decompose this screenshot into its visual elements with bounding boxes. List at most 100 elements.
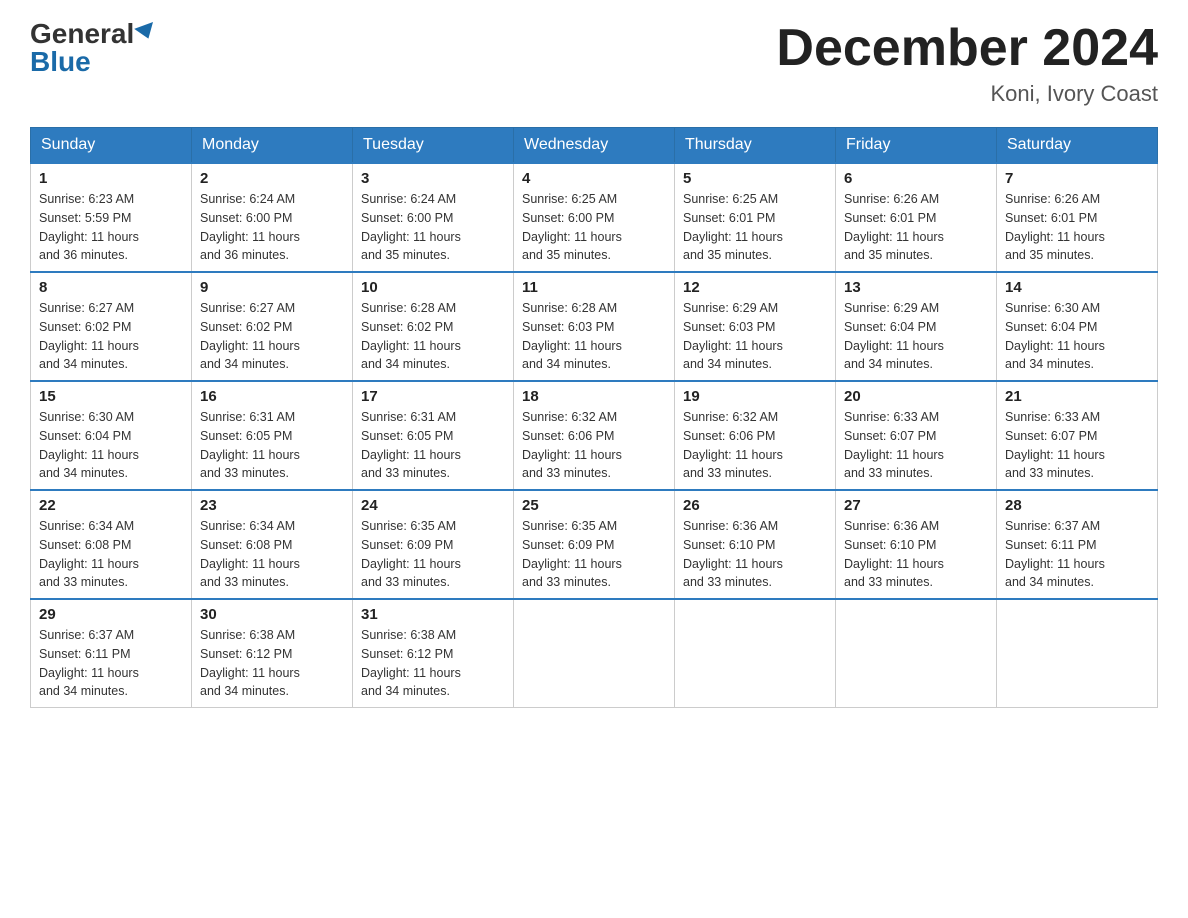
calendar-cell: 14Sunrise: 6:30 AMSunset: 6:04 PMDayligh… <box>997 272 1158 381</box>
calendar-cell: 18 Sunrise: 6:32 AMSunset: 6:06 PMDayligh… <box>514 381 675 490</box>
day-number: 5 <box>683 170 827 187</box>
day-number: 15 <box>39 388 183 405</box>
calendar-cell <box>997 599 1158 708</box>
calendar-cell: 16 Sunrise: 6:31 AMSunset: 6:05 PMDayligh… <box>192 381 353 490</box>
day-info: Sunrise: 6:28 AMSunset: 6:02 PMDaylight:… <box>361 299 505 374</box>
day-info: Sunrise: 6:29 AMSunset: 6:04 PMDaylight:… <box>844 299 988 374</box>
day-number: 17 <box>361 388 505 405</box>
day-info: Sunrise: 6:27 AMSunset: 6:02 PMDaylight:… <box>39 299 183 374</box>
day-number: 18 <box>522 388 666 405</box>
calendar-cell: 28 Sunrise: 6:37 AMSunset: 6:11 PMDayligh… <box>997 490 1158 599</box>
week-row-5: 29Sunrise: 6:37 AMSunset: 6:11 PMDayligh… <box>31 599 1158 708</box>
day-info: Sunrise: 6:24 AMSunset: 6:00 PMDaylight:… <box>361 190 505 265</box>
week-row-1: 1Sunrise: 6:23 AMSunset: 5:59 PMDaylight… <box>31 163 1158 272</box>
day-info: Sunrise: 6:38 AMSunset: 6:12 PMDaylight:… <box>200 626 344 701</box>
location-title: Koni, Ivory Coast <box>776 81 1158 107</box>
day-number: 22 <box>39 497 183 514</box>
calendar-cell: 29Sunrise: 6:37 AMSunset: 6:11 PMDayligh… <box>31 599 192 708</box>
calendar-cell: 26Sunrise: 6:36 AMSunset: 6:10 PMDayligh… <box>675 490 836 599</box>
day-info: Sunrise: 6:34 AMSunset: 6:08 PMDaylight:… <box>200 517 344 592</box>
calendar-cell: 8 Sunrise: 6:27 AMSunset: 6:02 PMDaylight… <box>31 272 192 381</box>
day-number: 10 <box>361 279 505 296</box>
day-info: Sunrise: 6:32 AMSunset: 6:06 PMDaylight:… <box>683 408 827 483</box>
calendar-cell: 2 Sunrise: 6:24 AMSunset: 6:00 PMDaylight… <box>192 163 353 272</box>
month-title: December 2024 <box>776 20 1158 77</box>
day-number: 31 <box>361 606 505 623</box>
day-number: 27 <box>844 497 988 514</box>
calendar-cell: 7 Sunrise: 6:26 AMSunset: 6:01 PMDaylight… <box>997 163 1158 272</box>
calendar-cell: 30 Sunrise: 6:38 AMSunset: 6:12 PMDayligh… <box>192 599 353 708</box>
day-number: 4 <box>522 170 666 187</box>
day-info: Sunrise: 6:37 AMSunset: 6:11 PMDaylight:… <box>1005 517 1149 592</box>
week-row-2: 8 Sunrise: 6:27 AMSunset: 6:02 PMDaylight… <box>31 272 1158 381</box>
day-number: 12 <box>683 279 827 296</box>
day-number: 25 <box>522 497 666 514</box>
day-info: Sunrise: 6:26 AMSunset: 6:01 PMDaylight:… <box>844 190 988 265</box>
calendar-cell: 25 Sunrise: 6:35 AMSunset: 6:09 PMDayligh… <box>514 490 675 599</box>
day-info: Sunrise: 6:32 AMSunset: 6:06 PMDaylight:… <box>522 408 666 483</box>
calendar-cell: 19 Sunrise: 6:32 AMSunset: 6:06 PMDayligh… <box>675 381 836 490</box>
calendar-cell: 15 Sunrise: 6:30 AMSunset: 6:04 PMDayligh… <box>31 381 192 490</box>
calendar-cell: 3Sunrise: 6:24 AMSunset: 6:00 PMDaylight… <box>353 163 514 272</box>
logo-blue-text: Blue <box>30 48 91 76</box>
calendar-cell: 6 Sunrise: 6:26 AMSunset: 6:01 PMDaylight… <box>836 163 997 272</box>
day-info: Sunrise: 6:35 AMSunset: 6:09 PMDaylight:… <box>522 517 666 592</box>
day-number: 1 <box>39 170 183 187</box>
calendar-cell: 27 Sunrise: 6:36 AMSunset: 6:10 PMDayligh… <box>836 490 997 599</box>
day-number: 30 <box>200 606 344 623</box>
header-sunday: Sunday <box>31 128 192 164</box>
header-thursday: Thursday <box>675 128 836 164</box>
day-number: 16 <box>200 388 344 405</box>
day-info: Sunrise: 6:37 AMSunset: 6:11 PMDaylight:… <box>39 626 183 701</box>
day-number: 20 <box>844 388 988 405</box>
calendar-cell: 9 Sunrise: 6:27 AMSunset: 6:02 PMDaylight… <box>192 272 353 381</box>
calendar-cell <box>836 599 997 708</box>
calendar-cell: 4 Sunrise: 6:25 AMSunset: 6:00 PMDaylight… <box>514 163 675 272</box>
day-info: Sunrise: 6:25 AMSunset: 6:00 PMDaylight:… <box>522 190 666 265</box>
day-info: Sunrise: 6:30 AMSunset: 6:04 PMDaylight:… <box>39 408 183 483</box>
day-info: Sunrise: 6:24 AMSunset: 6:00 PMDaylight:… <box>200 190 344 265</box>
header-friday: Friday <box>836 128 997 164</box>
day-number: 14 <box>1005 279 1149 296</box>
calendar-cell: 22 Sunrise: 6:34 AMSunset: 6:08 PMDayligh… <box>31 490 192 599</box>
week-row-3: 15 Sunrise: 6:30 AMSunset: 6:04 PMDayligh… <box>31 381 1158 490</box>
header-monday: Monday <box>192 128 353 164</box>
day-info: Sunrise: 6:29 AMSunset: 6:03 PMDaylight:… <box>683 299 827 374</box>
calendar-cell: 24 Sunrise: 6:35 AMSunset: 6:09 PMDayligh… <box>353 490 514 599</box>
calendar-cell: 20Sunrise: 6:33 AMSunset: 6:07 PMDayligh… <box>836 381 997 490</box>
title-area: December 2024 Koni, Ivory Coast <box>776 20 1158 107</box>
day-number: 24 <box>361 497 505 514</box>
logo-triangle-icon <box>134 22 158 42</box>
calendar-cell <box>514 599 675 708</box>
day-info: Sunrise: 6:34 AMSunset: 6:08 PMDaylight:… <box>39 517 183 592</box>
page-header: General Blue December 2024 Koni, Ivory C… <box>30 20 1158 107</box>
day-info: Sunrise: 6:27 AMSunset: 6:02 PMDaylight:… <box>200 299 344 374</box>
calendar-cell: 5 Sunrise: 6:25 AMSunset: 6:01 PMDaylight… <box>675 163 836 272</box>
calendar-cell <box>675 599 836 708</box>
day-info: Sunrise: 6:31 AMSunset: 6:05 PMDaylight:… <box>200 408 344 483</box>
day-number: 8 <box>39 279 183 296</box>
day-info: Sunrise: 6:36 AMSunset: 6:10 PMDaylight:… <box>844 517 988 592</box>
day-number: 9 <box>200 279 344 296</box>
day-number: 7 <box>1005 170 1149 187</box>
day-number: 19 <box>683 388 827 405</box>
day-number: 6 <box>844 170 988 187</box>
calendar-cell: 11 Sunrise: 6:28 AMSunset: 6:03 PMDayligh… <box>514 272 675 381</box>
calendar-cell: 21Sunrise: 6:33 AMSunset: 6:07 PMDayligh… <box>997 381 1158 490</box>
day-number: 28 <box>1005 497 1149 514</box>
day-info: Sunrise: 6:28 AMSunset: 6:03 PMDaylight:… <box>522 299 666 374</box>
day-info: Sunrise: 6:38 AMSunset: 6:12 PMDaylight:… <box>361 626 505 701</box>
day-number: 21 <box>1005 388 1149 405</box>
day-info: Sunrise: 6:36 AMSunset: 6:10 PMDaylight:… <box>683 517 827 592</box>
day-info: Sunrise: 6:26 AMSunset: 6:01 PMDaylight:… <box>1005 190 1149 265</box>
calendar-cell: 10 Sunrise: 6:28 AMSunset: 6:02 PMDayligh… <box>353 272 514 381</box>
day-info: Sunrise: 6:35 AMSunset: 6:09 PMDaylight:… <box>361 517 505 592</box>
calendar-cell: 17Sunrise: 6:31 AMSunset: 6:05 PMDayligh… <box>353 381 514 490</box>
calendar-cell: 12 Sunrise: 6:29 AMSunset: 6:03 PMDayligh… <box>675 272 836 381</box>
calendar-cell: 23Sunrise: 6:34 AMSunset: 6:08 PMDayligh… <box>192 490 353 599</box>
day-number: 2 <box>200 170 344 187</box>
logo: General Blue <box>30 20 156 76</box>
day-number: 11 <box>522 279 666 296</box>
logo-general-text: General <box>30 20 134 48</box>
day-info: Sunrise: 6:25 AMSunset: 6:01 PMDaylight:… <box>683 190 827 265</box>
